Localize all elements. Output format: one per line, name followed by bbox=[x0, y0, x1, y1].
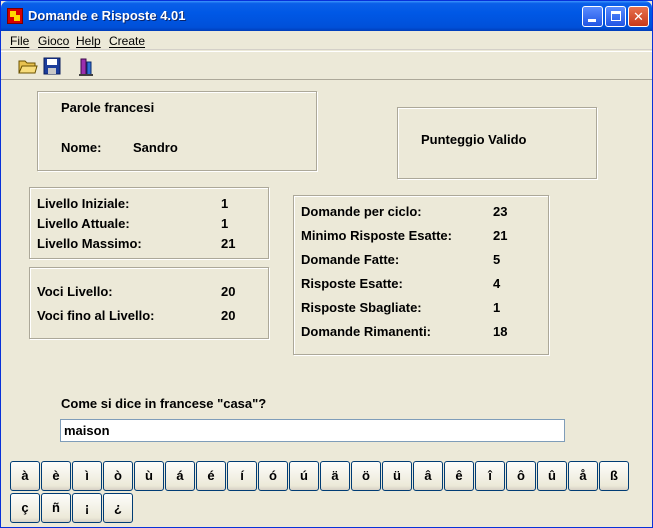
answer-input[interactable] bbox=[60, 419, 565, 442]
char-button[interactable]: â bbox=[413, 461, 443, 491]
char-button[interactable]: é bbox=[196, 461, 226, 491]
entries-level-label: Voci Livello: bbox=[37, 284, 113, 299]
entries-upto-value: 20 bbox=[221, 308, 236, 323]
entries-upto-label: Voci fino al Livello: bbox=[37, 308, 155, 323]
char-button[interactable]: û bbox=[537, 461, 567, 491]
app-window: Domande e Risposte 4.01 ✕ File Gioco Hel… bbox=[0, 0, 653, 528]
toolbar bbox=[1, 51, 652, 80]
stats-per-cycle-label: Domande per ciclo: bbox=[301, 204, 422, 219]
char-button[interactable]: á bbox=[165, 461, 195, 491]
tool-button[interactable] bbox=[74, 55, 98, 77]
subject-label: Parole francesi bbox=[61, 100, 155, 115]
close-icon: ✕ bbox=[633, 9, 644, 24]
stats-remaining-label: Domande Rimanenti: bbox=[301, 324, 432, 339]
level-max-label: Livello Massimo: bbox=[37, 236, 142, 251]
maximize-button[interactable] bbox=[605, 6, 626, 27]
char-button[interactable]: è bbox=[41, 461, 71, 491]
menu-create[interactable]: Create bbox=[109, 34, 145, 48]
char-button[interactable]: ñ bbox=[41, 493, 71, 523]
char-button[interactable]: ì bbox=[72, 461, 102, 491]
name-value: Sandro bbox=[133, 140, 178, 155]
level-initial-label: Livello Iniziale: bbox=[37, 196, 130, 211]
stats-asked-label: Domande Fatte: bbox=[301, 252, 400, 267]
char-button[interactable]: ò bbox=[103, 461, 133, 491]
char-button[interactable]: ¿ bbox=[103, 493, 133, 523]
save-disk-icon bbox=[43, 57, 61, 75]
entries-level-value: 20 bbox=[221, 284, 236, 299]
menu-help[interactable]: Help bbox=[76, 34, 101, 48]
char-button[interactable]: ß bbox=[599, 461, 629, 491]
level-current-label: Livello Attuale: bbox=[37, 216, 130, 231]
maximize-icon bbox=[611, 11, 621, 21]
level-max-value: 21 bbox=[221, 236, 236, 251]
char-button[interactable]: ¡ bbox=[72, 493, 102, 523]
menu-file[interactable]: File bbox=[10, 34, 29, 48]
char-button[interactable]: î bbox=[475, 461, 505, 491]
menu-bar: File Gioco Help Create bbox=[1, 31, 652, 50]
char-button[interactable]: ù bbox=[134, 461, 164, 491]
minimize-icon bbox=[588, 19, 596, 22]
open-button[interactable] bbox=[16, 55, 40, 77]
level-current-value: 1 bbox=[221, 216, 229, 231]
level-initial-value: 1 bbox=[221, 196, 229, 211]
minimize-button[interactable] bbox=[582, 6, 603, 27]
char-button[interactable]: ô bbox=[506, 461, 536, 491]
char-button[interactable]: ç bbox=[10, 493, 40, 523]
entries-group bbox=[29, 267, 269, 339]
save-button[interactable] bbox=[40, 55, 64, 77]
stats-correct-label: Risposte Esatte: bbox=[301, 276, 403, 291]
app-icon bbox=[7, 8, 23, 24]
stats-min-correct-label: Minimo Risposte Esatte: bbox=[301, 228, 452, 243]
stats-remaining-value: 18 bbox=[493, 324, 508, 339]
char-button[interactable]: ó bbox=[258, 461, 288, 491]
tool-icon bbox=[79, 58, 93, 76]
char-button[interactable]: ä bbox=[320, 461, 350, 491]
char-button[interactable]: å bbox=[568, 461, 598, 491]
open-folder-icon bbox=[18, 60, 38, 74]
close-button[interactable]: ✕ bbox=[628, 6, 649, 27]
stats-per-cycle-value: 23 bbox=[493, 204, 508, 219]
char-button[interactable]: à bbox=[10, 461, 40, 491]
score-status: Punteggio Valido bbox=[421, 132, 527, 147]
question-text: Come si dice in francese "casa"? bbox=[61, 396, 267, 411]
name-label: Nome: bbox=[61, 140, 102, 155]
stats-wrong-value: 1 bbox=[493, 300, 501, 315]
stats-wrong-label: Risposte Sbagliate: bbox=[301, 300, 422, 315]
stats-asked-value: 5 bbox=[493, 252, 501, 267]
window-title: Domande e Risposte 4.01 bbox=[28, 8, 186, 23]
char-button[interactable]: í bbox=[227, 461, 257, 491]
char-button[interactable]: ü bbox=[382, 461, 412, 491]
title-bar[interactable]: Domande e Risposte 4.01 ✕ bbox=[1, 1, 652, 31]
char-button[interactable]: ú bbox=[289, 461, 319, 491]
char-button[interactable]: ê bbox=[444, 461, 474, 491]
stats-min-correct-value: 21 bbox=[493, 228, 508, 243]
char-button[interactable]: ö bbox=[351, 461, 381, 491]
stats-correct-value: 4 bbox=[493, 276, 501, 291]
menu-gioco[interactable]: Gioco bbox=[38, 34, 69, 48]
